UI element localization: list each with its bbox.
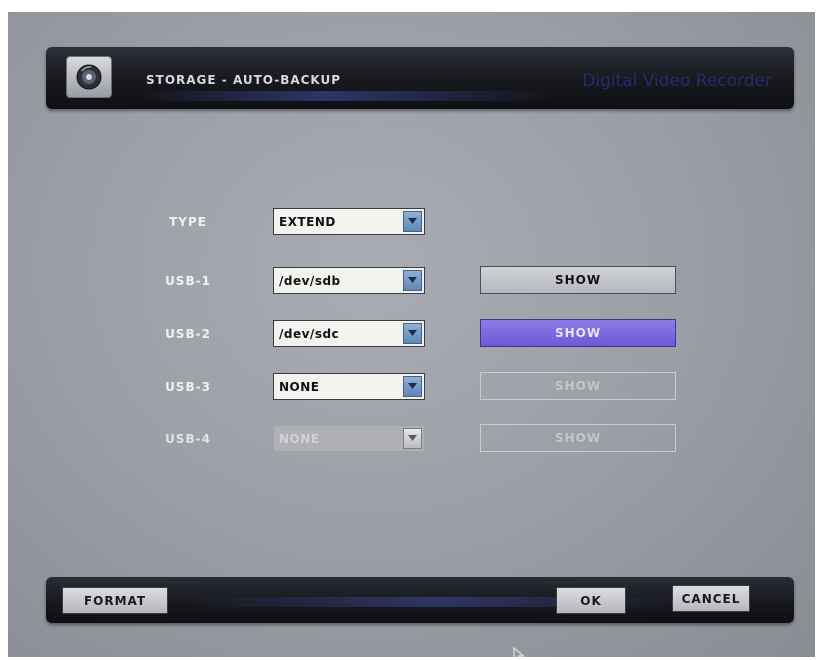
dvr-screen: STORAGE - AUTO-BACKUP Digital Video Reco…	[8, 12, 815, 657]
cancel-button[interactable]: CANCEL	[672, 585, 750, 612]
type-dropdown-value: EXTEND	[279, 215, 336, 229]
usb-4-label: USB-4	[165, 432, 211, 446]
mouse-pointer-icon	[513, 646, 527, 657]
chevron-down-icon[interactable]	[403, 323, 422, 344]
usb-2-show-button[interactable]: SHOW	[480, 319, 676, 347]
header-glow	[136, 91, 556, 101]
usb-4-show-button: SHOW	[480, 424, 676, 452]
usb-3-show-button: SHOW	[480, 372, 676, 400]
usb-4-dropdown-value: NONE	[279, 432, 320, 446]
usb-3-dropdown-value: NONE	[279, 380, 320, 394]
usb-4-dropdown: NONE	[273, 425, 425, 452]
brand-watermark: Digital Video Recorder	[582, 71, 772, 91]
type-dropdown[interactable]: EXTEND	[273, 208, 425, 235]
type-label: TYPE	[169, 215, 207, 229]
chevron-down-icon[interactable]	[403, 270, 422, 291]
usb-2-label: USB-2	[165, 327, 211, 341]
chevron-down-icon[interactable]	[403, 376, 422, 397]
usb-2-dropdown-value: /dev/sdc	[279, 327, 340, 341]
usb-1-dropdown[interactable]: /dev/sdb	[273, 267, 425, 294]
footer-bar: FORMAT OK CANCEL	[46, 577, 794, 623]
format-button[interactable]: FORMAT	[62, 587, 168, 614]
header-bar: STORAGE - AUTO-BACKUP Digital Video Reco…	[46, 47, 794, 109]
usb-1-dropdown-value: /dev/sdb	[279, 274, 341, 288]
usb-1-show-button[interactable]: SHOW	[480, 266, 676, 294]
usb-3-label: USB-3	[165, 380, 211, 394]
usb-2-dropdown[interactable]: /dev/sdc	[273, 320, 425, 347]
usb-1-label: USB-1	[165, 274, 211, 288]
usb-3-dropdown[interactable]: NONE	[273, 373, 425, 400]
chevron-down-icon[interactable]	[403, 211, 422, 232]
disk-icon	[66, 56, 112, 98]
ok-button[interactable]: OK	[556, 587, 626, 614]
chevron-down-icon	[403, 428, 422, 449]
page-title: STORAGE - AUTO-BACKUP	[146, 73, 342, 87]
